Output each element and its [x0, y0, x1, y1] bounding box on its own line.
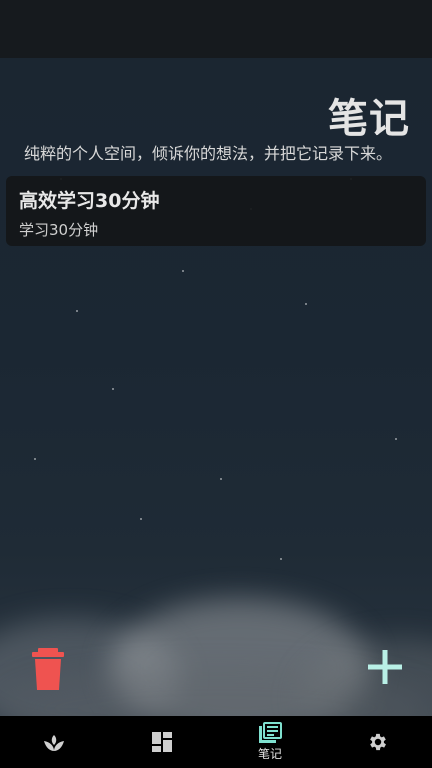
dashboard-icon [152, 732, 172, 752]
page-title: 笔记 [328, 96, 410, 142]
bottom-nav: 笔记 [0, 716, 432, 768]
nav-item-home[interactable] [0, 716, 108, 768]
page-subtitle: 纯粹的个人空间，倾诉你的想法，并把它记录下来。 [24, 144, 393, 163]
note-body: 学习30分钟 [19, 221, 99, 239]
gear-icon [370, 733, 386, 751]
nav-item-settings[interactable] [324, 716, 432, 768]
nav-label-notes: 笔记 [257, 747, 282, 761]
note-card[interactable]: 高效学习30分钟 学习30分钟 [6, 176, 426, 246]
trash-icon [32, 648, 64, 690]
plus-icon [368, 650, 402, 684]
delete-button[interactable] [28, 646, 68, 692]
nav-item-notes[interactable]: 笔记 [216, 716, 324, 768]
add-note-button[interactable] [366, 648, 404, 686]
notes-icon [259, 722, 282, 743]
status-bar [0, 0, 432, 58]
nav-item-dashboard[interactable] [108, 716, 216, 768]
note-title: 高效学习30分钟 [19, 190, 160, 212]
sprout-icon [44, 735, 64, 751]
